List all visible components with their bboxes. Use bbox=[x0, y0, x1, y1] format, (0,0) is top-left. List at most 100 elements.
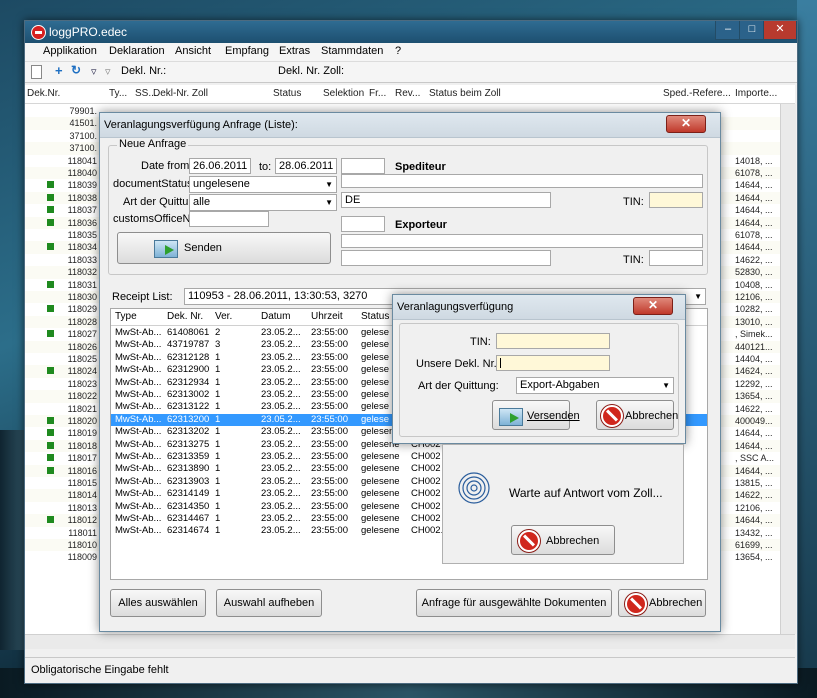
receipt-cell-ver: 1 bbox=[215, 500, 221, 512]
receipt-column-header[interactable]: Uhrzeit bbox=[311, 311, 343, 322]
dialog2-quittung-select[interactable]: Export-Abgaben ▼ bbox=[516, 377, 674, 394]
receipt-cell-zeit: 23:55:00 bbox=[311, 339, 348, 351]
maximize-button[interactable]: □ bbox=[739, 21, 765, 40]
dialog2-quittung-value: Export-Abgaben bbox=[520, 379, 600, 391]
dialog2-dekl-input[interactable] bbox=[496, 355, 610, 371]
refresh-icon[interactable]: ↻ bbox=[71, 63, 81, 77]
receipt-cell-type: MwSt-Ab... bbox=[115, 463, 162, 475]
background-decoration bbox=[797, 0, 817, 698]
grid-cell-nr: 118033 bbox=[67, 254, 97, 265]
grid-cell-importer: 52830, ... bbox=[735, 267, 773, 278]
menu-deklaration[interactable]: Deklaration bbox=[109, 45, 165, 57]
grid-cell-nr: 118025 bbox=[67, 354, 97, 364]
grid-column-header[interactable]: Status bbox=[273, 88, 301, 99]
new-document-icon[interactable] bbox=[31, 65, 42, 79]
customs-office-input[interactable] bbox=[189, 211, 269, 227]
grid-cell-importer: 14644, ... bbox=[735, 180, 773, 191]
clear-filter-icon[interactable]: ▿ bbox=[105, 65, 111, 78]
grid-column-header[interactable]: Sped.-Refere... bbox=[663, 88, 731, 99]
spediteur-country-input[interactable]: DE bbox=[341, 192, 551, 208]
receipt-column-header[interactable]: Datum bbox=[261, 311, 290, 322]
close-button[interactable]: ✕ bbox=[763, 21, 797, 40]
minimize-button[interactable]: – bbox=[715, 21, 741, 40]
receipt-cell-zeit: 23:55:00 bbox=[311, 475, 348, 487]
receipt-cell-status: gelese bbox=[361, 413, 389, 425]
dialog2-cancel-button[interactable]: Abbrechen bbox=[596, 400, 678, 430]
to-label: to: bbox=[259, 161, 272, 173]
date-to-input[interactable]: 28.06.2011 bbox=[275, 158, 337, 174]
wait-cancel-button[interactable]: Abbrechen bbox=[511, 525, 615, 555]
menu-help[interactable]: ? bbox=[395, 45, 401, 57]
quittung-select[interactable]: alle ▼ bbox=[189, 194, 337, 211]
receipt-cell-type: MwSt-Ab... bbox=[115, 351, 162, 363]
grid-cell-nr: 118039 bbox=[67, 180, 97, 191]
filter-icon[interactable]: ▿ bbox=[91, 65, 97, 78]
receipt-cell-status: gelesene bbox=[361, 488, 400, 500]
exporteur-name-input[interactable] bbox=[341, 234, 703, 248]
dialog-close-button[interactable]: ✕ bbox=[666, 115, 706, 133]
date-from-input[interactable]: 26.06.2011 bbox=[189, 158, 251, 174]
deselect-button[interactable]: Auswahl aufheben bbox=[216, 589, 322, 617]
filter-dekl-nr-zoll-label: Dekl. Nr. Zoll: bbox=[278, 65, 345, 77]
receipt-cell-datum: 23.05.2... bbox=[261, 438, 301, 450]
receipt-cell-nr: 62314350 bbox=[167, 500, 210, 512]
window-title: loggPRO.edec bbox=[49, 25, 128, 39]
menu-stammdaten[interactable]: Stammdaten bbox=[321, 45, 383, 57]
receipt-column-header[interactable]: Status bbox=[361, 311, 389, 322]
spediteur-tin-input[interactable] bbox=[649, 192, 703, 208]
grid-column-header[interactable]: Dekl-Nr. Zoll bbox=[153, 88, 208, 99]
receipt-cell-ver: 1 bbox=[215, 413, 221, 425]
receipt-cell-zeit: 23:55:00 bbox=[311, 426, 348, 438]
send-request-button[interactable]: Senden bbox=[117, 232, 331, 264]
chevron-down-icon: ▼ bbox=[694, 292, 702, 301]
receipt-cell-type: MwSt-Ab... bbox=[115, 438, 162, 450]
menu-bar: Applikation Deklaration Ansicht Empfang … bbox=[25, 43, 797, 62]
receipt-cell-datum: 23.05.2... bbox=[261, 500, 301, 512]
grid-column-header[interactable]: Selektion bbox=[323, 88, 364, 99]
date-from-label: Date from: bbox=[141, 160, 193, 172]
grid-column-header[interactable]: Rev... bbox=[395, 88, 420, 99]
status-marker-icon bbox=[47, 193, 54, 201]
exporteur-tin-input[interactable] bbox=[649, 250, 703, 266]
dialog2-tin-input[interactable] bbox=[496, 333, 610, 349]
grid-cell-importer: 12292, ... bbox=[735, 378, 773, 389]
filter-dekl-nr-label: Dekl. Nr.: bbox=[121, 65, 167, 77]
dialog2-close-button[interactable]: ✕ bbox=[633, 297, 673, 315]
request-documents-button[interactable]: Anfrage für ausgewählte Dokumenten bbox=[416, 589, 612, 617]
receipt-cell-zeit: 23:55:00 bbox=[311, 451, 348, 462]
receipt-cell-nr: 62313359 bbox=[167, 451, 210, 462]
exporteur-country-input[interactable] bbox=[341, 250, 551, 266]
grid-cell-nr: 118036 bbox=[67, 217, 97, 228]
grid-column-header[interactable]: Ty... bbox=[109, 88, 127, 99]
menu-ansicht[interactable]: Ansicht bbox=[175, 45, 211, 57]
receipt-cell-ver: 1 bbox=[215, 451, 221, 462]
menu-extras[interactable]: Extras bbox=[279, 45, 310, 57]
receipt-cell-ver: 1 bbox=[215, 438, 221, 450]
receipt-column-header[interactable]: Ver. bbox=[215, 311, 232, 322]
grid-column-header[interactable]: Dek.Nr. bbox=[27, 88, 60, 99]
menu-applikation[interactable]: Applikation bbox=[43, 45, 97, 57]
receipt-cell-nr: 62312934 bbox=[167, 376, 210, 388]
grid-cell-nr: 118038 bbox=[67, 192, 97, 203]
spediteur-name-input[interactable] bbox=[341, 174, 703, 188]
exporteur-code-input[interactable] bbox=[341, 216, 385, 232]
grid-horizontal-scrollbar[interactable] bbox=[25, 634, 795, 649]
select-all-button[interactable]: Alles auswählen bbox=[110, 589, 206, 617]
receipt-cell-ver: 2 bbox=[215, 327, 221, 338]
grid-column-header[interactable]: Status beim Zoll bbox=[429, 88, 501, 99]
cancel-request-button[interactable]: Abbrechen bbox=[618, 589, 706, 617]
receipt-cell-ver: 3 bbox=[215, 339, 221, 351]
grid-column-header[interactable]: Fr... bbox=[369, 88, 386, 99]
receipt-cell-datum: 23.05.2... bbox=[261, 376, 301, 388]
spediteur-code-input[interactable] bbox=[341, 158, 385, 174]
grid-vertical-scrollbar[interactable] bbox=[780, 104, 796, 634]
grid-column-header[interactable]: Importe... bbox=[735, 88, 777, 99]
receipt-column-header[interactable]: Type bbox=[115, 311, 137, 322]
receipt-column-header[interactable]: Dek. Nr. bbox=[167, 311, 203, 322]
doc-status-select[interactable]: ungelesene ▼ bbox=[189, 176, 337, 193]
dialog2-send-button[interactable]: Versenden bbox=[492, 400, 580, 430]
grid-cell-importer: , Simek... bbox=[735, 329, 773, 340]
menu-empfang[interactable]: Empfang bbox=[225, 45, 269, 57]
add-icon[interactable]: + bbox=[55, 63, 63, 78]
receipt-cell-datum: 23.05.2... bbox=[261, 426, 301, 438]
